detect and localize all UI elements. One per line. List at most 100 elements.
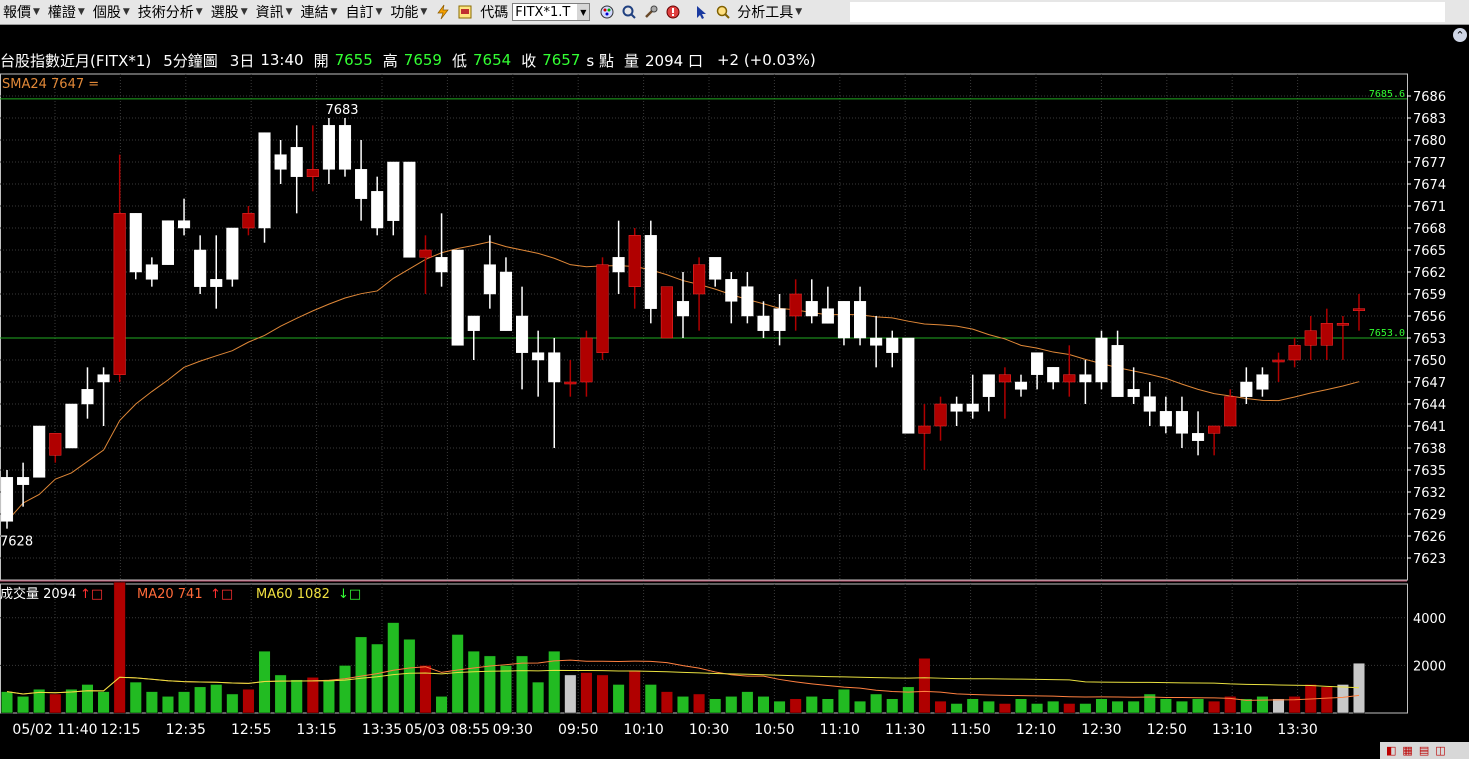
note-icon[interactable] [456,3,474,21]
time-tick-label: 10:10 [623,722,663,738]
candle-body [49,433,62,456]
time-tick-label: 13:30 [1277,722,1317,738]
high-annotation: 7683 [325,103,358,118]
menu-warrant[interactable]: 權證 ▼ [45,0,90,24]
volume-ma20-label: MA20 741 [137,587,203,602]
candle [145,257,158,287]
menu-label: 報價 [3,5,31,21]
grid-icon[interactable]: ▦ [1402,744,1412,757]
volume-bar [355,636,368,714]
candle [1095,330,1108,390]
alert-icon[interactable] [664,3,682,21]
volume-bar [1159,698,1172,714]
candle-body [467,315,480,331]
candle [210,235,223,309]
lightning-icon[interactable] [434,3,452,21]
candle-body [97,374,110,383]
cursor-icon[interactable] [692,3,710,21]
volume-bar [532,681,545,714]
price-tick-label: 7641 [1413,420,1446,435]
candle [1192,411,1205,456]
volume-bar [1288,696,1301,714]
candle [33,425,46,478]
menu-custom[interactable]: 自訂 ▼ [342,0,387,24]
low-annotation: 7628 [0,534,33,549]
volume-bar [194,686,207,714]
collapse-icon[interactable]: ⌃ [1453,28,1467,42]
candle-body [934,403,947,427]
volume-bar [934,700,947,714]
analysis-tools-icon[interactable] [714,3,732,21]
zoom-icon[interactable]: ◧ [1386,744,1396,757]
candle [644,220,657,324]
candle [435,213,448,287]
candle [821,286,834,324]
candle-body [821,308,834,324]
volume-bar [1111,700,1124,714]
volume-bar [950,703,963,714]
instrument-name: 台股指數近月(FITX*1) [0,51,152,70]
candle-body [1111,345,1124,397]
candle [918,404,931,470]
code-input[interactable]: FITX*1.T ▼ [512,3,591,21]
menu-label: 自訂 [345,5,374,21]
volume-tick-label: 4000 [1413,612,1446,627]
close-label: 收 [521,51,537,70]
menu-screener[interactable]: 選股 ▼ [208,0,253,24]
price-chart[interactable]: 05/02 11:40 12:15 12:35 12:55 13:15 13:35 05/0… [0,72,1469,759]
candle [934,396,947,441]
scroll-icon[interactable]: ◫ [1435,744,1445,757]
menu-analysis-tools[interactable]: 分析工具 ▼ [734,0,807,24]
price-tick-label: 7668 [1413,222,1446,237]
chevron-down-icon: ▼ [285,7,293,17]
chevron-down-icon[interactable]: ▼ [577,4,590,20]
time-tick-label: 09:30 [493,722,533,738]
candle [805,279,818,324]
candle [97,367,110,426]
menu-info[interactable]: 資訊 ▼ [253,0,298,24]
close-value: 7657 [542,51,581,69]
volume-bar [0,691,14,714]
menu-bar: 報價 ▼ 權證 ▼ 個股 ▼ 技術分析 ▼ 選股 ▼ 資訊 ▼ 連結 ▼ 自訂 ▼ 功能 ▼ 代碼… [0,0,1469,25]
menu-functions[interactable]: 功能 ▼ [387,0,432,24]
volume-bar [435,696,448,714]
menu-quote[interactable]: 報價 ▼ [0,0,45,24]
menu-technical[interactable]: 技術分析 ▼ [135,0,208,24]
candle [548,338,561,448]
candle-body [982,374,995,397]
volume-bar [982,700,995,714]
quote-info-bar: 台股指數近月(FITX*1) 5分鐘圖 3日 13:40 開 7655 高 76… [0,48,1469,72]
time-tick-label: 12:10 [1016,722,1056,738]
price-tick-label: 7629 [1413,508,1446,523]
candle-body [1175,411,1188,434]
open-label: 開 [313,51,329,70]
candle-body [854,301,867,339]
menu-stock[interactable]: 個股 ▼ [90,0,135,24]
code-label: 代碼 [480,5,509,21]
candle [387,161,400,236]
time-tick-label: 13:15 [296,722,336,738]
volume-bar [49,693,62,714]
candle-body [837,301,850,339]
candle-body [757,315,770,331]
candle [242,206,255,236]
candle-body [1143,396,1156,412]
layout-icon[interactable]: ▤ [1419,744,1429,757]
ma20-up-arrow-icon: ↑□ [210,587,233,602]
menu-links[interactable]: 連結 ▼ [298,0,343,24]
search-icon[interactable] [620,3,638,21]
candle [886,330,899,368]
volume-bar [97,691,110,714]
candle [1224,389,1237,427]
candle-body [966,403,979,412]
chevron-down-icon: ▼ [33,7,40,17]
tools-icon[interactable] [642,3,660,21]
time-tick-label: 11:50 [950,722,990,738]
volume-bar [709,698,722,714]
candle-body [886,337,899,353]
candle [709,257,722,287]
candle-body [1047,367,1060,383]
change-value: +2 (+0.03%) [716,51,816,69]
candle [129,213,142,280]
palette-icon[interactable] [598,3,616,21]
